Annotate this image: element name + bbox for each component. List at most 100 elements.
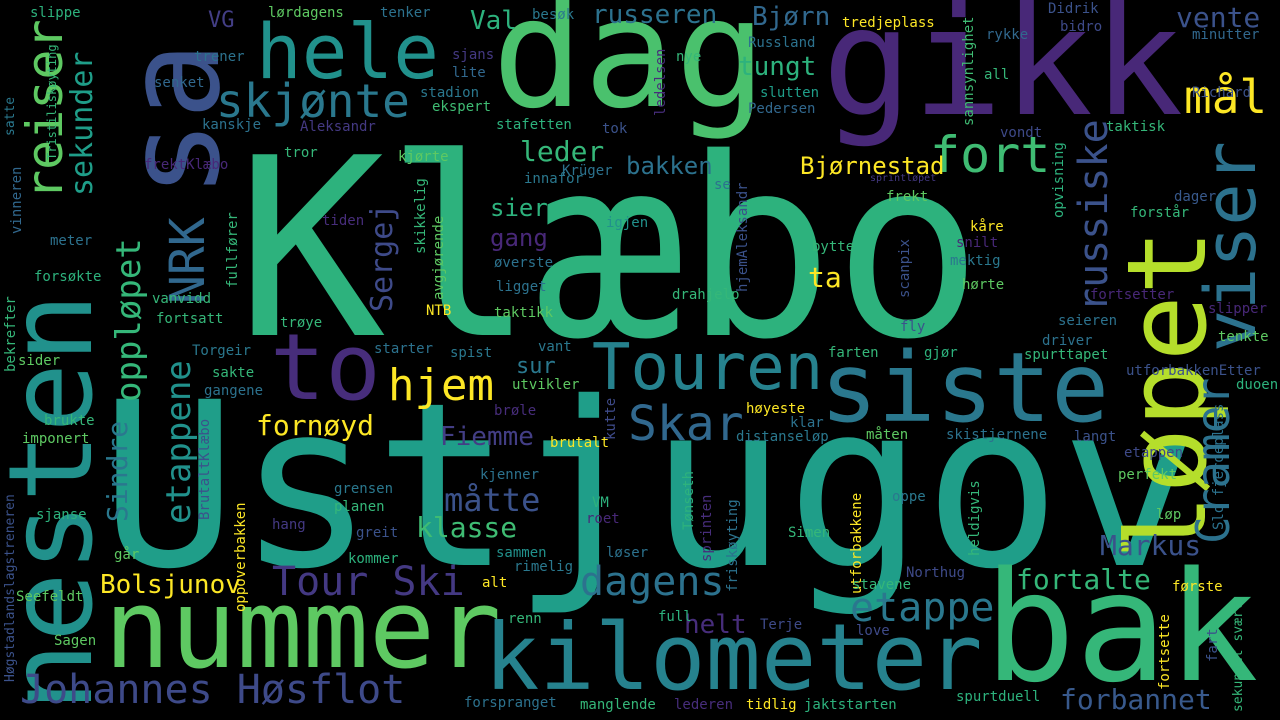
word-alt: alt bbox=[482, 575, 508, 591]
word-bolsjunov: Bolsjunov bbox=[100, 570, 241, 600]
word-minutter: minutter bbox=[1192, 27, 1260, 43]
word-ledelsen: ledelsen bbox=[653, 48, 669, 116]
word-cloud: Klæbo Ustjugov dag gikk sa nesten bak nu… bbox=[0, 0, 1280, 720]
word-seefeldt: Seefeldt bbox=[16, 589, 84, 605]
word-rimelig: rimelig bbox=[514, 559, 574, 575]
word-all: all bbox=[984, 67, 1010, 83]
word-sannsynlighet: sannsynlighet bbox=[961, 16, 977, 126]
word-maten: måten bbox=[866, 427, 909, 443]
word-taktisk: taktisk bbox=[1106, 119, 1166, 135]
word-tenker: tenker bbox=[380, 5, 431, 21]
word-skar: Skar bbox=[628, 396, 744, 452]
word-opvisning: opvisning bbox=[1051, 142, 1067, 218]
word-sekundet-svaert: sekundet svært bbox=[1231, 602, 1246, 712]
word-skistjernene: skistjernene bbox=[946, 427, 1048, 443]
word-rykke: rykke bbox=[986, 27, 1029, 43]
word-kommer: kommer bbox=[348, 551, 399, 567]
word-planen: planen bbox=[334, 499, 385, 515]
word-igjen: igjen bbox=[606, 215, 649, 231]
word-langt: langt bbox=[1074, 429, 1117, 445]
word-tok: tok bbox=[602, 121, 628, 137]
word-sjans: sjans bbox=[452, 47, 495, 63]
word-senket: senket bbox=[154, 75, 205, 91]
word-forspranget: forspranget bbox=[464, 695, 557, 711]
word-fullforer: fullfører bbox=[225, 212, 241, 288]
word-love: love bbox=[856, 623, 890, 639]
word-touren: Touren bbox=[592, 331, 824, 405]
word-innafor: innafor bbox=[524, 171, 584, 187]
word-pedersen: Pedersen bbox=[748, 101, 816, 117]
word-leder: leder bbox=[520, 135, 605, 168]
word-etappene: etappene bbox=[159, 360, 199, 524]
word-tour-ski: Tour Ski bbox=[272, 559, 465, 605]
word-dager: dager bbox=[1174, 189, 1217, 205]
word-drahjelp: drahjelp bbox=[672, 287, 740, 303]
word-aleksandr: Aleksandr bbox=[300, 119, 376, 135]
word-farten: farten bbox=[828, 345, 879, 361]
word-tenkte: tenkte bbox=[1218, 329, 1269, 345]
word-etappen: etappen bbox=[1124, 445, 1184, 461]
word-sur: sur bbox=[516, 354, 556, 379]
word-heldigvis: heldigvis bbox=[967, 480, 983, 556]
word-lite: lite bbox=[452, 65, 486, 81]
word-fortsatt: fortsatt bbox=[156, 311, 224, 327]
word-tonseth: Tønseth bbox=[681, 470, 697, 530]
word-brole: brøle bbox=[494, 403, 537, 419]
word-brutaltklaebo: BrutaltKlæbo bbox=[197, 418, 213, 520]
word-renn: renn bbox=[508, 611, 542, 627]
word-etappe: etappe bbox=[850, 585, 995, 631]
word-fart: fart bbox=[1205, 628, 1221, 662]
word-tror: tror bbox=[284, 145, 318, 161]
word-scanpix: scanpix bbox=[897, 238, 913, 298]
word-greit: greit bbox=[356, 525, 399, 541]
word-starter: starter bbox=[374, 341, 434, 357]
word-fiemme: Fiemme bbox=[440, 422, 534, 452]
word-sakte: sakte bbox=[212, 365, 255, 381]
word-satte: satte bbox=[3, 96, 18, 136]
word-besok: besøk bbox=[532, 7, 575, 23]
word-tidlig: tidlig bbox=[746, 697, 797, 713]
word-vanvidd: vanvidd bbox=[152, 291, 212, 307]
word-spist: spist bbox=[450, 345, 493, 361]
word-vg: VG bbox=[208, 8, 235, 33]
word-bekrefter: bekrefter bbox=[3, 296, 19, 372]
word-torgeir: Torgeir bbox=[192, 343, 252, 359]
word-slutten: slutten bbox=[760, 85, 820, 101]
word-ligget: ligget bbox=[496, 279, 547, 295]
word-tungt: tungt bbox=[738, 52, 817, 82]
word-sprinten: sprinten bbox=[699, 494, 715, 562]
word-russland: Russland bbox=[748, 35, 816, 51]
word-gang: gang bbox=[490, 224, 548, 252]
word-bidro: bidro bbox=[1060, 19, 1103, 35]
word-russeren: russeren bbox=[592, 0, 718, 30]
word-kjorte: kjørte bbox=[398, 149, 449, 165]
word-vm: VM bbox=[592, 495, 609, 511]
word-simen: Simen bbox=[788, 525, 831, 541]
word-sagen: Sagen bbox=[54, 633, 97, 649]
word-terje: Terje bbox=[760, 617, 803, 633]
word-vant: vant bbox=[538, 339, 572, 355]
word-driver: driver bbox=[1042, 333, 1093, 349]
word-opplopet: oppløpet bbox=[109, 238, 149, 402]
word-ntb: NTB bbox=[426, 303, 452, 319]
word-forbannet: forbannet bbox=[1060, 683, 1212, 716]
word-lop: løp bbox=[1156, 507, 1182, 523]
word-sindre: Sindre bbox=[101, 420, 134, 522]
word-full: full bbox=[658, 609, 692, 625]
word-fortalte: fortalte bbox=[1016, 563, 1151, 596]
word-hjem: hjem bbox=[388, 360, 494, 411]
word-horte: hørte bbox=[962, 277, 1005, 293]
word-kjenner: kjenner bbox=[480, 467, 540, 483]
word-spurtduell: spurtduell bbox=[956, 689, 1041, 705]
word-utvikler: utvikler bbox=[512, 377, 580, 393]
word-oppoverbakken: oppoverbakken bbox=[233, 502, 249, 612]
word-fortsetter: fortsetter bbox=[1090, 287, 1175, 303]
word-gjor: gjør bbox=[924, 345, 958, 361]
word-gangene: gangene bbox=[204, 383, 264, 399]
word-utforbakkenetter: utforbakkenEtter bbox=[1126, 363, 1261, 379]
word-sjanse: sjanse bbox=[36, 507, 87, 523]
word-loser: løser bbox=[606, 545, 649, 561]
word-lederen: lederen bbox=[674, 697, 734, 713]
word-snilt: snilt bbox=[956, 235, 999, 251]
word-avgjorende: avgjørende bbox=[431, 215, 447, 300]
